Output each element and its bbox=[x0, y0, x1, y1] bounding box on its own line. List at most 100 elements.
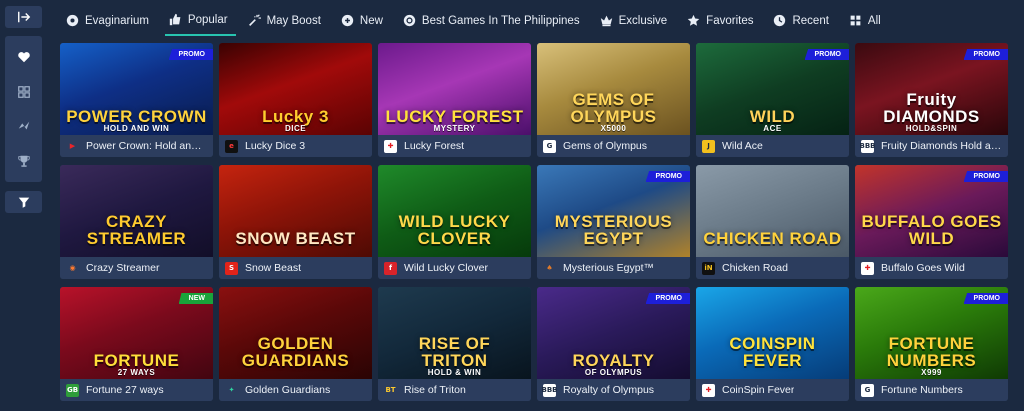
game-subtitle-art: HOLD AND WIN bbox=[103, 124, 170, 133]
provider-icon: GB bbox=[66, 383, 79, 397]
game-thumbnail[interactable]: Fruity DIAMONDS HOLD&SPIN PROMO bbox=[855, 43, 1008, 135]
game-name: Crazy Streamer bbox=[86, 262, 160, 274]
game-thumbnail[interactable]: LUCKY FOREST MYSTERY bbox=[378, 43, 531, 135]
game-thumbnail[interactable]: GEMS OF OLYMPUS X5000 bbox=[537, 43, 690, 135]
game-badge: PROMO bbox=[645, 171, 690, 182]
game-thumbnail[interactable]: COINSPIN FEVER bbox=[696, 287, 849, 379]
provider-icon: ♠ bbox=[546, 264, 553, 272]
game-title-art: ROYALTY bbox=[572, 351, 655, 370]
grid-small-icon[interactable] bbox=[17, 85, 31, 99]
tab-popular[interactable]: Popular bbox=[164, 10, 236, 36]
game-meta: BT Rise of Triton bbox=[378, 379, 531, 401]
game-thumbnail[interactable]: MYSTERIOUS EGYPT PROMO bbox=[537, 165, 690, 257]
game-title-art: Fruity DIAMONDS bbox=[883, 90, 980, 126]
game-title-art: LUCKY FOREST bbox=[385, 107, 524, 126]
tab-label: All bbox=[867, 14, 881, 27]
game-name: Rise of Triton bbox=[404, 384, 466, 396]
game-meta: ✚ Buffalo Goes Wild bbox=[855, 257, 1008, 279]
game-card[interactable]: CRAZY STREAMER ◉ Crazy Streamer bbox=[60, 165, 213, 279]
game-card[interactable]: WILD LUCKY CLOVER f Wild Lucky Clover bbox=[378, 165, 531, 279]
game-card[interactable]: Fruity DIAMONDS HOLD&SPIN PROMO BBB Fruity D… bbox=[855, 43, 1008, 157]
game-name: Royalty of Olympus bbox=[563, 384, 655, 396]
game-card[interactable]: FORTUNE NUMBERS X999 PROMO G Fortune Numbers bbox=[855, 287, 1008, 401]
game-thumbnail[interactable]: SNOW BEAST bbox=[219, 165, 372, 257]
gear-icon bbox=[66, 14, 79, 27]
tab-favorites[interactable]: Favorites bbox=[683, 10, 761, 36]
game-meta: BBB Fruity Diamonds Hold and Win bbox=[855, 135, 1008, 157]
provider-icon: S bbox=[225, 261, 238, 275]
game-thumbnail[interactable]: CRAZY STREAMER bbox=[60, 165, 213, 257]
game-card[interactable]: FORTUNE 27 WAYS NEW GB Fortune 27 ways bbox=[60, 287, 213, 401]
game-card[interactable]: BUFFALO GOES WILD PROMO ✚ Buffalo Goes Wild bbox=[855, 165, 1008, 279]
game-title-art: FORTUNE NUMBERS bbox=[886, 334, 977, 370]
game-title-art: SNOW BEAST bbox=[235, 229, 356, 248]
game-card[interactable]: WILD ACE PROMO J Wild Ace bbox=[696, 43, 849, 157]
filter-button[interactable] bbox=[5, 191, 42, 213]
tab-best-games-philippines[interactable]: Best Games In The Philippines bbox=[399, 10, 588, 36]
fireworks-icon bbox=[248, 14, 261, 26]
trophy-icon[interactable] bbox=[17, 154, 31, 168]
game-card[interactable]: COINSPIN FEVER ✚ CoinSpin Fever bbox=[696, 287, 849, 401]
game-card[interactable]: LUCKY FOREST MYSTERY ✚ Lucky Forest bbox=[378, 43, 531, 157]
game-name: Golden Guardians bbox=[245, 384, 331, 396]
game-subtitle-art: MYSTERY bbox=[433, 124, 476, 133]
game-name: Snow Beast bbox=[245, 262, 302, 274]
game-meta: ✚ Lucky Forest bbox=[378, 135, 531, 157]
game-grid: POWER CROWN HOLD AND WIN PROMO ▶ Power Crown… bbox=[60, 43, 1008, 401]
game-thumbnail[interactable]: GOLDEN GUARDIANS bbox=[219, 287, 372, 379]
tab-evaginarium[interactable]: Evaginarium bbox=[62, 10, 157, 36]
game-thumbnail[interactable]: CHICKEN ROAD bbox=[696, 165, 849, 257]
game-thumbnail[interactable]: ROYALTY OF OLYMPUS PROMO bbox=[537, 287, 690, 379]
provider-icon: G bbox=[861, 383, 874, 397]
tab-new[interactable]: New bbox=[337, 10, 391, 36]
provider-icon: J bbox=[702, 139, 715, 153]
game-title-art: WILD bbox=[749, 107, 796, 126]
game-title-art: BUFFALO GOES WILD bbox=[861, 212, 1002, 248]
game-card[interactable]: MYSTERIOUS EGYPT PROMO ♠ Mysterious Egypt™ bbox=[537, 165, 690, 279]
tab-all[interactable]: All bbox=[845, 10, 889, 36]
thumbs-up-icon bbox=[169, 13, 181, 26]
lightning-icon[interactable] bbox=[17, 119, 31, 133]
game-name: Power Crown: Hold and Win bbox=[86, 140, 207, 152]
game-name: Wild Ace bbox=[722, 140, 763, 152]
game-card[interactable]: SNOW BEAST S Snow Beast bbox=[219, 165, 372, 279]
game-thumbnail[interactable]: WILD ACE PROMO bbox=[696, 43, 849, 135]
game-title-art: COINSPIN FEVER bbox=[729, 334, 816, 370]
heart-icon[interactable] bbox=[17, 50, 31, 64]
game-name: Lucky Dice 3 bbox=[245, 140, 306, 152]
game-card[interactable]: GOLDEN GUARDIANS ✦ Golden Guardians bbox=[219, 287, 372, 401]
tab-recent[interactable]: Recent bbox=[769, 10, 836, 36]
game-card[interactable]: GEMS OF OLYMPUS X5000 G Gems of Olympus bbox=[537, 43, 690, 157]
game-title-art: GEMS OF OLYMPUS bbox=[570, 90, 657, 126]
provider-icon: e bbox=[225, 139, 238, 153]
tab-label: New bbox=[359, 14, 383, 27]
game-title-art: CHICKEN ROAD bbox=[703, 229, 842, 248]
collapse-sidebar-button[interactable] bbox=[5, 6, 42, 28]
new-icon bbox=[341, 14, 354, 27]
game-card[interactable]: Lucky 3 DICE e Lucky Dice 3 bbox=[219, 43, 372, 157]
game-thumbnail[interactable]: FORTUNE 27 WAYS NEW bbox=[60, 287, 213, 379]
tab-label: Evaginarium bbox=[85, 14, 149, 27]
game-meta: G Fortune Numbers bbox=[855, 379, 1008, 401]
game-badge: PROMO bbox=[963, 49, 1008, 60]
game-thumbnail[interactable]: Lucky 3 DICE bbox=[219, 43, 372, 135]
game-meta: f Wild Lucky Clover bbox=[378, 257, 531, 279]
game-card[interactable]: POWER CROWN HOLD AND WIN PROMO ▶ Power Crown… bbox=[60, 43, 213, 157]
game-title-art: GOLDEN GUARDIANS bbox=[241, 334, 350, 370]
clock-icon bbox=[774, 14, 786, 27]
tab-may-boost[interactable]: May Boost bbox=[244, 10, 329, 36]
game-thumbnail[interactable]: POWER CROWN HOLD AND WIN PROMO bbox=[60, 43, 213, 135]
game-meta: e Lucky Dice 3 bbox=[219, 135, 372, 157]
tab-label: Best Games In The Philippines bbox=[421, 14, 580, 27]
game-card[interactable]: CHICKEN ROAD iN Chicken Road bbox=[696, 165, 849, 279]
game-thumbnail[interactable]: FORTUNE NUMBERS X999 PROMO bbox=[855, 287, 1008, 379]
game-name: Fortune Numbers bbox=[881, 384, 963, 396]
game-card[interactable]: RISE OF TRITON HOLD & WIN BT Rise of Triton bbox=[378, 287, 531, 401]
game-thumbnail[interactable]: BUFFALO GOES WILD PROMO bbox=[855, 165, 1008, 257]
tab-exclusive[interactable]: Exclusive bbox=[596, 10, 676, 36]
game-name: Buffalo Goes Wild bbox=[881, 262, 965, 274]
game-card[interactable]: ROYALTY OF OLYMPUS PROMO BBB Royalty of Olym… bbox=[537, 287, 690, 401]
game-meta: ♠ Mysterious Egypt™ bbox=[537, 257, 690, 279]
game-thumbnail[interactable]: WILD LUCKY CLOVER bbox=[378, 165, 531, 257]
game-thumbnail[interactable]: RISE OF TRITON HOLD & WIN bbox=[378, 287, 531, 379]
